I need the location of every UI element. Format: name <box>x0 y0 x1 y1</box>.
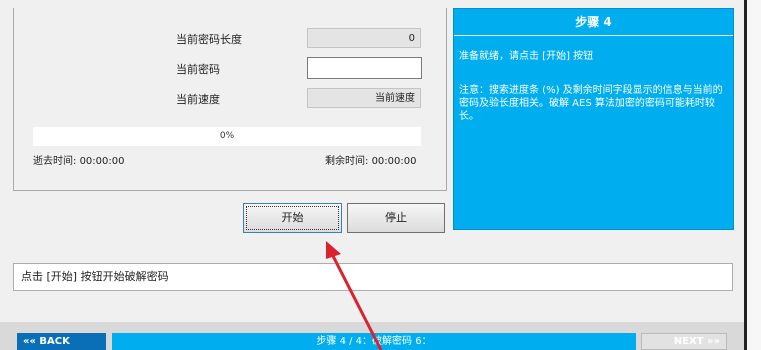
arrow-head-icon <box>326 241 341 259</box>
red-arrow-annotation <box>326 241 383 350</box>
arrow-shaft <box>329 251 383 350</box>
